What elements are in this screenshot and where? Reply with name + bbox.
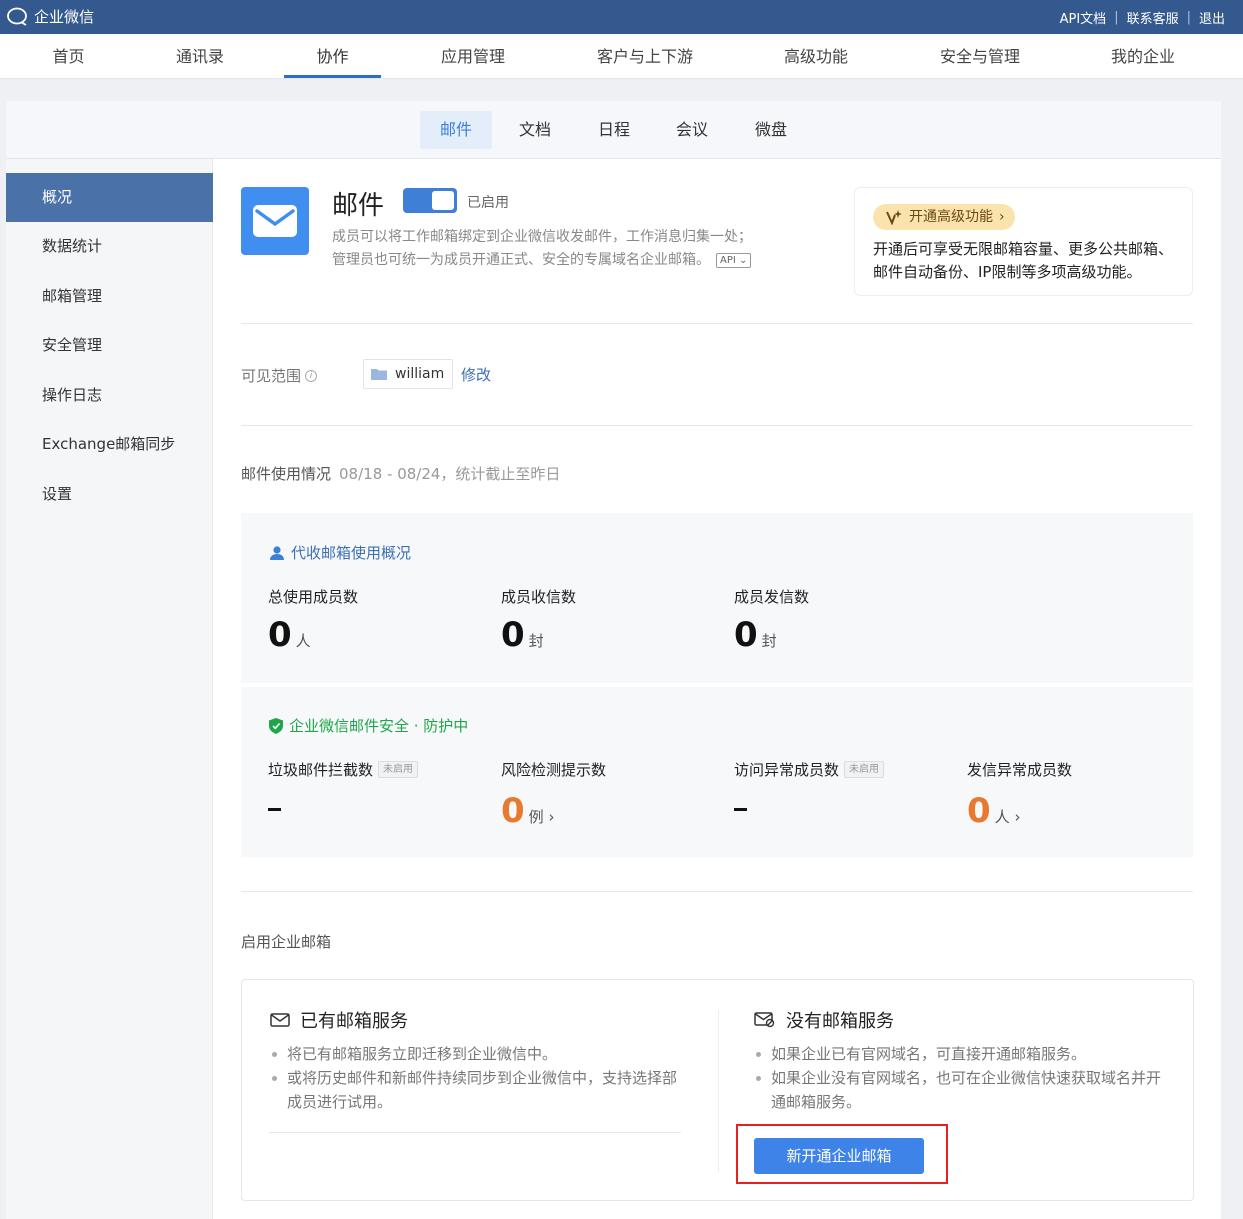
promo-text: 开通后可享受无限邮箱容量、更多公共邮箱、邮件自动备份、IP限制等多项高级功能。 — [873, 240, 1174, 281]
stat-label: 风险检测提示数 — [501, 761, 607, 779]
sidebar-item-logs[interactable]: 操作日志 — [6, 371, 213, 420]
stat-total-members: 0人 — [268, 615, 311, 655]
user-icon — [270, 545, 284, 560]
sidebar-item-exchange-sync[interactable]: Exchange邮箱同步 — [6, 420, 213, 469]
envelope-search-icon — [754, 1012, 775, 1028]
stat-label: 垃圾邮件拦截数 未启用 — [268, 759, 419, 780]
divider — [241, 891, 1193, 892]
chevron-right-icon: › — [999, 209, 1005, 225]
toggle-status-label: 已启用 — [467, 195, 509, 211]
wecom-logo-icon — [7, 7, 27, 26]
enable-section-title: 启用企业邮箱 — [241, 933, 332, 951]
stat-spam-blocked — [268, 808, 281, 811]
scope-member-name: william — [395, 366, 445, 382]
mail-app-icon — [241, 187, 309, 255]
separator: | — [1186, 10, 1191, 25]
scope-edit-link[interactable]: 修改 — [461, 364, 491, 385]
nav-advanced[interactable]: 高级功能 — [768, 34, 864, 79]
tab-drive[interactable]: 微盘 — [741, 111, 801, 149]
open-corporate-mailbox-button[interactable]: 新开通企业邮箱 — [754, 1138, 924, 1174]
list-item: 将已有邮箱服务立即迁移到企业微信中。 — [269, 1042, 689, 1066]
nav-active-indicator — [284, 75, 381, 78]
sparkle-icon — [886, 210, 902, 225]
sub-tabs: 邮件 文档 日程 会议 微盘 — [6, 101, 1221, 159]
tab-calendar[interactable]: 日程 — [584, 111, 644, 149]
top-bar: 企业微信 API文档 | 联系客服 | 退出 — [0, 0, 1243, 34]
scope-label: 可见范围 i — [241, 365, 318, 386]
stat-abnormal-access — [734, 808, 747, 811]
nav-home[interactable]: 首页 — [30, 34, 107, 79]
divider — [241, 323, 1193, 324]
list-item: 如果企业已有官网域名，可直接开通邮箱服务。 — [753, 1042, 1173, 1066]
top-links: API文档 | 联系客服 | 退出 — [1060, 8, 1225, 27]
nav-customers[interactable]: 客户与上下游 — [580, 34, 710, 79]
security-panel: 企业微信邮件安全 · 防护中 垃圾邮件拦截数 未启用 风险检测提示数 0例 › … — [241, 687, 1193, 857]
security-panel-title: 企业微信邮件安全 · 防护中 — [269, 715, 468, 736]
stat-label: 发信异常成员数 — [967, 761, 1073, 779]
advanced-promo: 开通高级功能 › 开通后可享受无限邮箱容量、更多公共邮箱、邮件自动备份、IP限制… — [854, 187, 1193, 296]
app-description: 成员可以将工作邮箱绑定到企业微信收发邮件，工作消息归集一处； 管理员也可统一为成… — [332, 226, 812, 272]
nav-app-management[interactable]: 应用管理 — [425, 34, 521, 79]
status-badge: 未启用 — [844, 761, 885, 778]
main-nav: 首页 通讯录 协作 应用管理 客户与上下游 高级功能 安全与管理 我的企业 — [0, 34, 1243, 79]
api-docs-link[interactable]: API文档 — [1060, 8, 1107, 27]
status-badge: 未启用 — [378, 761, 419, 778]
stat-sent: 0封 — [734, 615, 777, 655]
logout-link[interactable]: 退出 — [1199, 8, 1225, 27]
nav-contacts[interactable]: 通讯录 — [160, 34, 240, 79]
stat-abnormal-senders[interactable]: 0人 › — [967, 793, 1020, 835]
logo-text: 企业微信 — [34, 8, 95, 26]
existing-service-list: 将已有邮箱服务立即迁移到企业微信中。 或将历史邮件和新邮件持续同步到企业微信中，… — [269, 1042, 689, 1114]
no-service-list: 如果企业已有官网域名，可直接开通邮箱服务。 如果企业没有官网域名，也可在企业微信… — [753, 1042, 1173, 1114]
list-item: 如果企业没有官网域名，也可在企业微信快速获取域名并开通邮箱服务。 — [753, 1066, 1173, 1114]
separator: | — [1114, 10, 1119, 25]
scope-member-tag: william — [363, 359, 453, 389]
info-icon[interactable]: i — [305, 369, 318, 382]
logo[interactable]: 企业微信 — [6, 6, 94, 27]
proxy-mailbox-panel: 代收邮箱使用概况 总使用成员数 0人 成员收信数 0封 成员发信数 0封 — [241, 513, 1193, 683]
description-line: 管理员也可统一为成员开通正式、安全的专属域名企业邮箱。 API ⌄ — [332, 249, 812, 272]
toggle-knob — [432, 191, 454, 210]
usage-title: 邮件使用情况 08/18 - 08/24，统计截止至昨日 — [241, 465, 561, 483]
proxy-panel-title: 代收邮箱使用概况 — [269, 542, 411, 563]
stat-label: 成员发信数 — [734, 588, 810, 606]
sidebar-item-statistics[interactable]: 数据统计 — [6, 222, 213, 271]
column-divider — [718, 1010, 719, 1172]
upgrade-button-label: 开通高级功能 — [909, 209, 993, 225]
contact-support-link[interactable]: 联系客服 — [1127, 8, 1179, 27]
api-badge[interactable]: API ⌄ — [716, 253, 752, 268]
envelope-icon — [270, 1013, 290, 1027]
content-card: 邮件 文档 日程 会议 微盘 概况 数据统计 邮箱管理 安全管理 操作日志 Ex… — [6, 101, 1221, 1219]
stat-received: 0封 — [501, 615, 544, 655]
sidebar-item-mailbox-management[interactable]: 邮箱管理 — [6, 272, 213, 321]
stat-risk-alerts[interactable]: 0例 › — [501, 793, 554, 835]
tab-meeting[interactable]: 会议 — [662, 111, 722, 149]
tab-docs[interactable]: 文档 — [505, 111, 565, 149]
nav-security[interactable]: 安全与管理 — [925, 34, 1035, 79]
sidebar-item-overview[interactable]: 概况 — [6, 173, 213, 222]
nav-my-company[interactable]: 我的企业 — [1095, 34, 1191, 79]
description-line: 成员可以将工作邮箱绑定到企业微信收发邮件，工作消息归集一处； — [332, 229, 752, 245]
nav-collaboration[interactable]: 协作 — [284, 34, 381, 79]
divider — [269, 1132, 681, 1133]
existing-service-title: 已有邮箱服务 — [270, 1007, 408, 1033]
no-service-title: 没有邮箱服务 — [754, 1007, 894, 1033]
divider — [241, 425, 1193, 426]
shield-icon — [269, 717, 283, 734]
stat-label: 成员收信数 — [501, 588, 577, 606]
list-item: 或将历史邮件和新邮件持续同步到企业微信中，支持选择部成员进行试用。 — [269, 1066, 689, 1114]
tab-mail[interactable]: 邮件 — [420, 111, 492, 149]
usage-date-range: 08/18 - 08/24，统计截止至昨日 — [339, 465, 561, 483]
sidebar: 概况 数据统计 邮箱管理 安全管理 操作日志 Exchange邮箱同步 设置 — [6, 159, 213, 1219]
upgrade-button[interactable]: 开通高级功能 › — [873, 204, 1015, 230]
stat-label: 总使用成员数 — [268, 588, 359, 606]
enable-mailbox-box: 已有邮箱服务 将已有邮箱服务立即迁移到企业微信中。 或将历史邮件和新邮件持续同步… — [241, 979, 1194, 1201]
stat-label: 访问异常成员数 未启用 — [734, 759, 885, 780]
sidebar-item-settings[interactable]: 设置 — [6, 470, 213, 519]
enable-toggle[interactable] — [403, 188, 457, 213]
sidebar-item-security[interactable]: 安全管理 — [6, 321, 213, 370]
app-title: 邮件 — [332, 191, 385, 221]
folder-icon — [371, 369, 387, 380]
